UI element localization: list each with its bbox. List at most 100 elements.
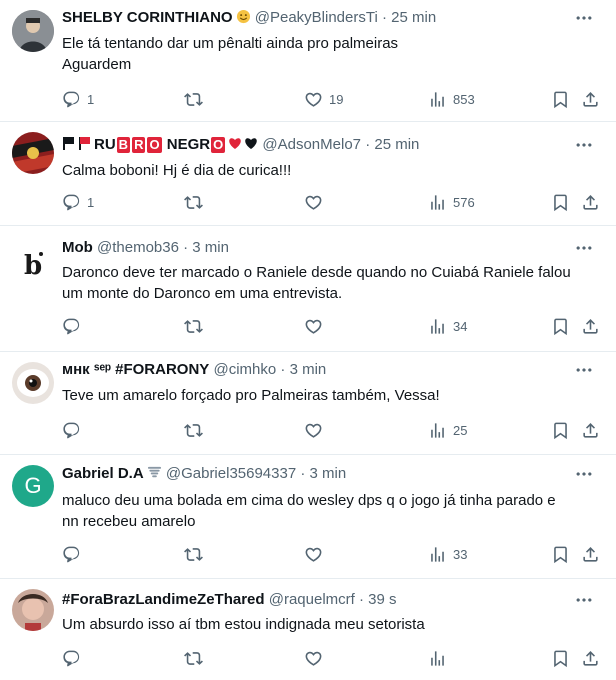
tweet[interactable]: SHELBY CORINTHIANO @PeakyBlindersTi · 25…	[0, 0, 616, 122]
view-count: 33	[453, 546, 468, 562]
red-flag-icon	[78, 137, 91, 150]
more-options-icon[interactable]	[574, 590, 594, 610]
retweet-icon	[184, 545, 203, 564]
avatar[interactable]	[12, 362, 54, 404]
display-name[interactable]: Gabriel D.A	[62, 465, 144, 482]
reply-button[interactable]	[62, 418, 81, 442]
handle[interactable]: @cimhko	[213, 361, 276, 378]
views-button[interactable]: 33	[428, 542, 467, 566]
retweet-button[interactable]	[184, 418, 203, 442]
tweet-text: Um absurdo isso aí tbm estou indignada m…	[62, 614, 598, 635]
bookmark-button[interactable]	[551, 87, 570, 111]
share-icon	[581, 649, 600, 668]
timestamp[interactable]: 3 min	[192, 239, 229, 256]
views-button[interactable]: 34	[428, 314, 467, 338]
separator: ·	[359, 591, 364, 608]
retweet-icon	[184, 193, 203, 212]
retweet-button[interactable]	[184, 314, 203, 338]
like-button[interactable]	[304, 418, 323, 442]
handle[interactable]: @raquelmcrf	[269, 591, 355, 608]
avatar[interactable]	[12, 589, 54, 631]
bookmark-button[interactable]	[551, 542, 570, 566]
like-icon	[304, 545, 323, 564]
views-button[interactable]: 576	[428, 190, 475, 214]
bookmark-button[interactable]	[551, 418, 570, 442]
handle[interactable]: @themob36	[97, 239, 179, 256]
display-name[interactable]: мнк ˢᵉᵖ #FORARONY	[62, 361, 209, 378]
tweet-header: Gabriel D.A @Gabriel35694337 · 3 min	[62, 464, 576, 484]
tweet-header: SHELBY CORINTHIANO @PeakyBlindersTi · 25…	[62, 8, 576, 28]
retweet-icon	[184, 649, 203, 668]
view-count: 853	[453, 91, 475, 107]
like-button[interactable]: 19	[304, 87, 343, 111]
more-options-icon[interactable]	[574, 238, 594, 258]
display-name[interactable]: #ForaBrazLandimeZeThared	[62, 591, 265, 608]
like-button[interactable]	[304, 190, 323, 214]
bookmark-button[interactable]	[551, 190, 570, 214]
share-button[interactable]	[581, 190, 600, 214]
display-name[interactable]: SHELBY CORINTHIANO	[62, 9, 233, 26]
separator: ·	[381, 9, 387, 26]
like-icon	[304, 193, 323, 212]
display-name[interactable]: RU B R O NEGR O	[94, 136, 226, 153]
handle[interactable]: @Gabriel35694337	[166, 465, 296, 482]
views-icon	[428, 193, 447, 212]
views-icon	[428, 317, 447, 336]
like-button[interactable]	[304, 542, 323, 566]
timestamp[interactable]: 3 min	[290, 361, 327, 378]
share-button[interactable]	[581, 542, 600, 566]
like-button[interactable]	[304, 314, 323, 338]
views-icon	[428, 649, 447, 668]
tweet-text: maluco deu uma bolada em cima do wesley …	[62, 490, 598, 532]
avatar[interactable]	[12, 10, 54, 52]
black-flag-icon	[62, 137, 75, 150]
more-options-icon[interactable]	[574, 135, 594, 155]
reply-button[interactable]	[62, 542, 81, 566]
handle[interactable]: @PeakyBlindersTi	[255, 9, 378, 26]
reply-button[interactable]	[62, 314, 81, 338]
more-options-icon[interactable]	[574, 8, 594, 28]
retweet-button[interactable]	[184, 646, 203, 670]
views-button[interactable]	[428, 646, 447, 670]
retweet-button[interactable]	[184, 87, 203, 111]
tweet[interactable]: мнк ˢᵉᵖ #FORARONY @cimhko · 3 min Teve u…	[0, 352, 616, 455]
timestamp[interactable]: 39 s	[368, 591, 396, 608]
like-button[interactable]	[304, 646, 323, 670]
like-icon	[304, 90, 323, 109]
share-button[interactable]	[581, 87, 600, 111]
avatar[interactable]: b	[12, 242, 54, 284]
handle[interactable]: @AdsonMelo7	[262, 136, 361, 153]
tweet[interactable]: RU B R O NEGR O @AdsonMelo7 · 25 min Calma b…	[0, 122, 616, 226]
avatar[interactable]: G	[12, 465, 54, 507]
more-options-icon[interactable]	[574, 360, 594, 380]
retweet-button[interactable]	[184, 542, 203, 566]
timestamp[interactable]: 3 min	[310, 465, 347, 482]
tweet[interactable]: G Gabriel D.A @Gabriel35694337 · 3 min m…	[0, 455, 616, 579]
retweet-icon	[184, 421, 203, 440]
bookmark-button[interactable]	[551, 646, 570, 670]
name-part: B	[116, 137, 131, 153]
tweet-text-line: Calma boboni! Hj é dia de curica!!!	[62, 162, 292, 179]
reply-button[interactable]: 1	[62, 87, 94, 111]
bookmark-button[interactable]	[551, 314, 570, 338]
share-icon	[581, 90, 600, 109]
reply-button[interactable]	[62, 646, 81, 670]
tweet[interactable]: b Mob @themob36 · 3 min Daronco deve ter…	[0, 226, 616, 352]
retweet-icon	[184, 90, 203, 109]
share-button[interactable]	[581, 646, 600, 670]
views-button[interactable]: 853	[428, 87, 475, 111]
retweet-icon	[184, 317, 203, 336]
retweet-button[interactable]	[184, 190, 203, 214]
timestamp[interactable]: 25 min	[391, 9, 436, 26]
display-name[interactable]: Mob	[62, 239, 93, 256]
share-button[interactable]	[581, 418, 600, 442]
views-button[interactable]: 25	[428, 418, 467, 442]
more-options-icon[interactable]	[574, 464, 594, 484]
timestamp[interactable]: 25 min	[374, 136, 419, 153]
tweet[interactable]: #ForaBrazLandimeZeThared @raquelmcrf · 3…	[0, 579, 616, 680]
reply-button[interactable]: 1	[62, 190, 94, 214]
avatar[interactable]	[12, 132, 54, 174]
reply-icon	[62, 193, 81, 212]
share-button[interactable]	[581, 314, 600, 338]
bookmark-icon	[551, 649, 570, 668]
